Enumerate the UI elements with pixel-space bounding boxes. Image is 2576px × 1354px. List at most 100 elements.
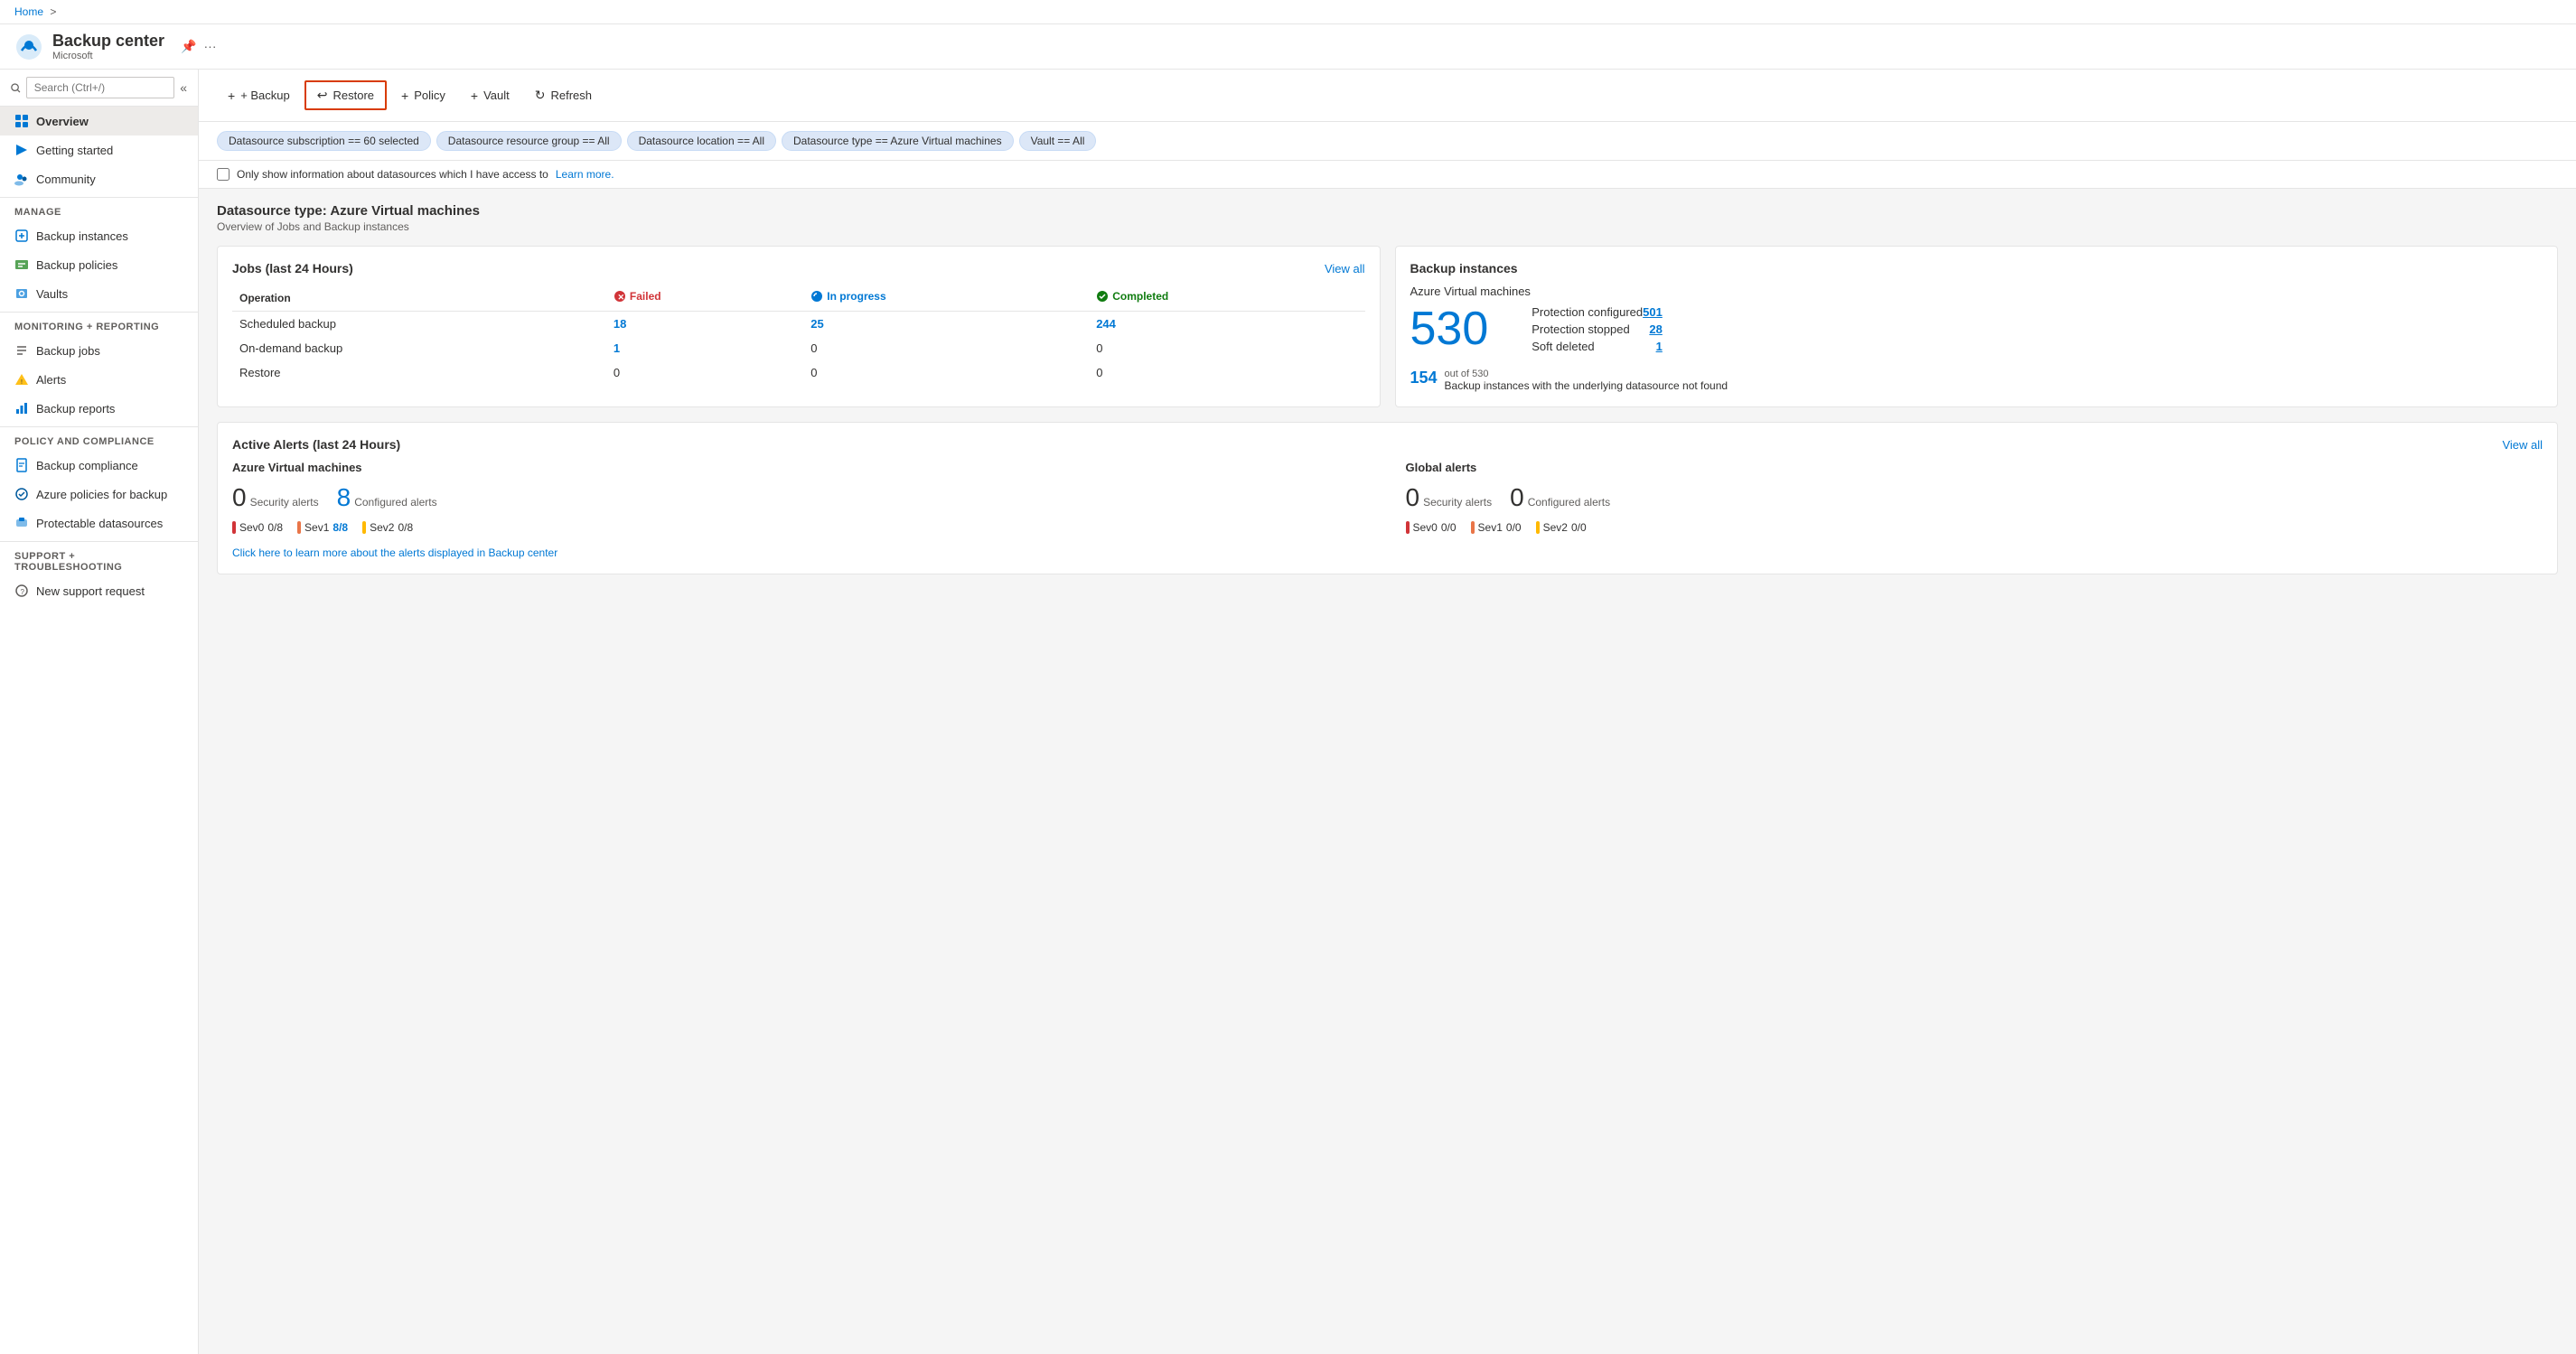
alerts-card: Active Alerts (last 24 Hours) View all A… — [217, 422, 2558, 574]
learn-more-link[interactable]: Learn more. — [556, 168, 614, 181]
search-input[interactable] — [26, 77, 174, 98]
alert-configured-block-1: 0 Configured alerts — [1510, 483, 1610, 512]
sidebar-item-label-new-support-request: New support request — [36, 584, 145, 598]
pin-icon[interactable]: 📌 — [181, 39, 196, 54]
jobs-cell-ondemand-failed: 1 — [606, 336, 803, 360]
breadcrumb-home[interactable]: Home — [14, 5, 43, 18]
filter-resource-group[interactable]: Datasource resource group == All — [436, 131, 622, 151]
jobs-table: Operation ✕ Failed — [232, 285, 1365, 385]
alerts-card-title: Active Alerts (last 24 Hours) View all — [232, 437, 2543, 452]
jobs-cell-ondemand-op: On-demand backup — [232, 336, 606, 360]
filter-subscription[interactable]: Datasource subscription == 60 selected — [217, 131, 431, 151]
alert-configured-num-1: 0 — [1510, 483, 1524, 512]
toolbar: + + Backup ↩ Restore + Policy + Vault ↻ … — [199, 70, 2576, 122]
jobs-cell-scheduled-completed: 244 — [1089, 312, 1364, 337]
getting-started-icon — [14, 143, 29, 157]
alert-security-block-0: 0 Security alerts — [232, 483, 319, 512]
policy-button[interactable]: + Policy — [390, 83, 456, 108]
backup-button[interactable]: + + Backup — [217, 83, 301, 108]
sidebar-item-backup-reports[interactable]: Backup reports — [0, 394, 198, 423]
content-area: + + Backup ↩ Restore + Policy + Vault ↻ … — [199, 70, 2576, 1354]
vault-button[interactable]: + Vault — [460, 83, 520, 108]
restore-button[interactable]: ↩ Restore — [304, 80, 387, 110]
sidebar-item-vaults[interactable]: Vaults — [0, 279, 198, 308]
policy-plus-icon: + — [401, 89, 408, 103]
sidebar-item-label-overview: Overview — [36, 115, 89, 128]
filter-vault[interactable]: Vault == All — [1019, 131, 1097, 151]
alerts-view-all-link[interactable]: View all — [2502, 438, 2543, 452]
jobs-cell-ondemand-inprogress: 0 — [803, 336, 1089, 360]
sev-item-0-0: Sev0 0/8 — [232, 521, 283, 534]
sidebar-item-label-vaults: Vaults — [36, 287, 68, 301]
bi-stat-val-2[interactable]: 1 — [1656, 340, 1663, 353]
backup-reports-icon — [14, 401, 29, 416]
backup-instances-card: Backup instances Azure Virtual machines … — [1395, 246, 2559, 407]
filter-location[interactable]: Datasource location == All — [627, 131, 776, 151]
sidebar-item-backup-compliance[interactable]: Backup compliance — [0, 451, 198, 480]
restore-icon: ↩ — [317, 88, 328, 103]
section-title: Datasource type: Azure Virtual machines — [217, 203, 2558, 219]
bi-stat-row-1: Protection stopped 28 — [1532, 322, 1663, 336]
refresh-button[interactable]: ↻ Refresh — [524, 82, 603, 108]
app-header: Backup center Microsoft 📌 ··· — [0, 24, 2576, 70]
backup-plus-icon: + — [228, 89, 235, 103]
alerts-learn-more-link[interactable]: Click here to learn more about the alert… — [232, 546, 2543, 559]
sidebar-item-backup-instances[interactable]: Backup instances — [0, 221, 198, 250]
sev-label-0-0: Sev0 — [239, 521, 264, 534]
sidebar-collapse-button[interactable]: « — [180, 80, 187, 95]
bi-stat-val-0[interactable]: 501 — [1643, 305, 1663, 319]
more-icon[interactable]: ··· — [204, 39, 217, 54]
sidebar-item-label-backup-policies: Backup policies — [36, 258, 117, 272]
sev-item-1-0: Sev0 0/0 — [1406, 521, 1457, 534]
sev-label-1-0: Sev0 — [1413, 521, 1438, 534]
backup-instances-icon — [14, 229, 29, 243]
overview-icon — [14, 114, 29, 128]
sidebar-item-label-azure-policies: Azure policies for backup — [36, 488, 167, 501]
search-icon — [11, 82, 21, 94]
breadcrumb: Home > — [0, 0, 2576, 24]
jobs-cell-restore-failed: 0 — [606, 360, 803, 385]
checkbox-row: Only show information about datasources … — [199, 161, 2576, 189]
sidebar-item-overview[interactable]: Overview — [0, 107, 198, 135]
bi-stat-row-0: Protection configured 501 — [1532, 305, 1663, 319]
sev-num-1-1: 0/0 — [1506, 521, 1522, 534]
sidebar-section-policy: Policy and compliance — [0, 426, 198, 451]
sidebar-item-getting-started[interactable]: Getting started — [0, 135, 198, 164]
sidebar-section-manage: Manage — [0, 197, 198, 221]
bi-stat-val-1[interactable]: 28 — [1649, 322, 1662, 336]
backup-policies-icon — [14, 257, 29, 272]
jobs-card-title: Jobs (last 24 Hours) View all — [232, 261, 1365, 275]
sidebar-item-protectable-datasources[interactable]: Protectable datasources — [0, 509, 198, 537]
sev-label-1-2: Sev2 — [1543, 521, 1568, 534]
sidebar-section-support: Support + troubleshooting — [0, 541, 198, 576]
sev-bar-yellow-0 — [362, 521, 366, 534]
sev-bar-orange-1 — [1471, 521, 1475, 534]
sidebar-item-label-backup-reports: Backup reports — [36, 402, 115, 416]
sidebar-item-backup-policies[interactable]: Backup policies — [0, 250, 198, 279]
failed-icon: ✕ — [614, 290, 626, 303]
sidebar-item-community[interactable]: Community — [0, 164, 198, 193]
sidebar-item-backup-jobs[interactable]: Backup jobs — [0, 336, 198, 365]
jobs-cell-restore-completed: 0 — [1089, 360, 1364, 385]
sidebar-item-new-support-request[interactable]: ? New support request — [0, 576, 198, 605]
vaults-icon — [14, 286, 29, 301]
bi-stat-label-2: Soft deleted — [1532, 340, 1594, 353]
sev-item-1-1: Sev1 0/0 — [1471, 521, 1522, 534]
sidebar-item-alerts[interactable]: ! Alerts — [0, 365, 198, 394]
jobs-col-failed: ✕ Failed — [606, 285, 803, 312]
sev-num-0-1: 8/8 — [333, 521, 348, 534]
jobs-view-all-link[interactable]: View all — [1325, 262, 1365, 275]
jobs-cell-scheduled-op: Scheduled backup — [232, 312, 606, 337]
filter-datasource-type[interactable]: Datasource type == Azure Virtual machine… — [782, 131, 1014, 151]
support-icon: ? — [14, 584, 29, 598]
bi-footnote: 154 out of 530 Backup instances with the… — [1410, 369, 2543, 392]
jobs-col-operation: Operation — [232, 285, 606, 312]
sidebar-item-azure-policies[interactable]: Azure policies for backup — [0, 480, 198, 509]
datasource-access-checkbox[interactable] — [217, 168, 229, 181]
filter-bar: Datasource subscription == 60 selected D… — [199, 122, 2576, 161]
sev-num-0-2: 0/8 — [398, 521, 413, 534]
protectable-datasources-icon — [14, 516, 29, 530]
alert-security-label-1: Security alerts — [1423, 496, 1492, 509]
svg-text:!: ! — [21, 379, 23, 386]
alerts-counts-0: 0 Security alerts 8 Configured alerts — [232, 483, 1370, 512]
